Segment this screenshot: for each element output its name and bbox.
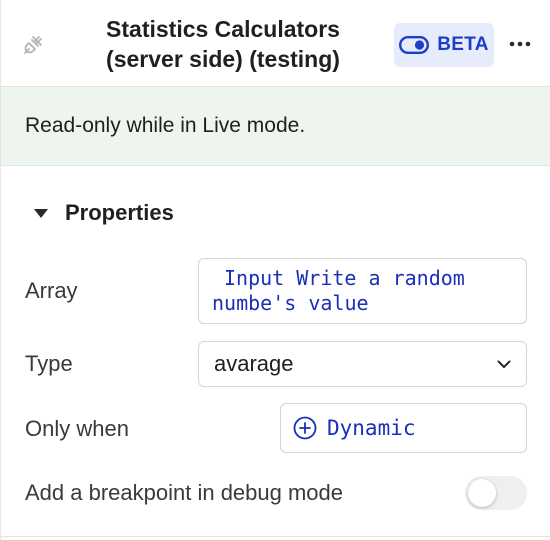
- toggle-knob: [468, 479, 496, 507]
- chevron-down-icon: [497, 360, 511, 368]
- notice-text: Read-only while in Live mode.: [25, 114, 306, 137]
- section-title[interactable]: Properties: [65, 200, 174, 226]
- plugin-plug-icon: [19, 29, 49, 59]
- dynamic-label: Dynamic: [327, 416, 416, 440]
- type-dropdown[interactable]: avarage: [198, 341, 527, 387]
- array-input[interactable]: Input Write a random numbe's value: [198, 258, 527, 324]
- array-label: Array: [25, 278, 78, 303]
- breakpoint-toggle[interactable]: [465, 476, 527, 510]
- array-value-line-2: numbe's value: [212, 291, 369, 315]
- page-title: Statistics Calculators (server side) (te…: [73, 14, 373, 74]
- beta-label: BETA: [437, 34, 489, 55]
- element-property-panel: Statistics Calculators (server side) (te…: [0, 0, 550, 540]
- only-when-label: Only when: [25, 416, 129, 441]
- breakpoint-label: Add a breakpoint in debug mode: [25, 480, 344, 505]
- title-line-2: (server side) (testing): [106, 46, 340, 72]
- type-selected-value: avarage: [214, 351, 294, 376]
- beta-button[interactable]: BETA: [394, 23, 494, 67]
- panel-header: Statistics Calculators (server side) (te…: [1, 0, 550, 87]
- array-value-line-1: Input Write a random: [224, 266, 465, 290]
- live-mode-notice: Read-only while in Live mode.: [1, 87, 550, 166]
- title-line-1: Statistics Calculators: [106, 16, 340, 42]
- divider: [1, 536, 550, 537]
- only-when-dynamic-button[interactable]: Dynamic: [280, 403, 527, 453]
- toggle-on-icon: [399, 36, 430, 54]
- more-dots-icon: [509, 41, 531, 47]
- add-circle-icon: [293, 416, 317, 440]
- more-options-button[interactable]: [507, 30, 533, 58]
- type-label: Type: [25, 351, 73, 376]
- collapse-caret-icon[interactable]: [34, 209, 48, 218]
